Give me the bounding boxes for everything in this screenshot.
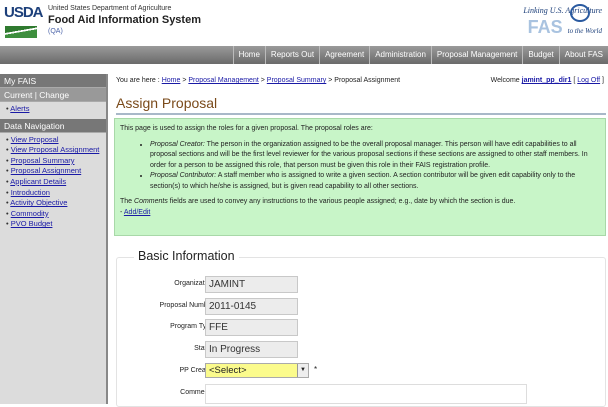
- current-change-link[interactable]: Current | Change: [0, 88, 106, 102]
- system-name: Food Aid Information System: [48, 14, 201, 26]
- nav-proposal-management[interactable]: Proposal Management: [430, 46, 523, 64]
- sidebar-header-data-navigation: Data Navigation: [0, 118, 106, 133]
- top-nav: Home Reports Out Agreement Administratio…: [0, 46, 608, 64]
- sidebar-item-activity-objective[interactable]: Activity Objective: [10, 198, 67, 207]
- chevron-down-icon[interactable]: ▼: [297, 364, 308, 377]
- nav-about-fas[interactable]: About FAS: [558, 46, 608, 64]
- nav-administration[interactable]: Administration: [369, 46, 431, 64]
- sidebar-item-introduction[interactable]: Introduction: [11, 188, 50, 197]
- program-type-field: FFE: [205, 319, 298, 336]
- department-name: United States Department of Agriculture: [48, 5, 172, 12]
- pp-creator-select[interactable]: <Select> ▼: [205, 363, 309, 378]
- organization-field: JAMINT: [205, 276, 298, 293]
- sidebar-item-view-proposal-assignment[interactable]: View Proposal Assignment: [11, 145, 100, 154]
- site-header: USDA United States Department of Agricul…: [0, 0, 608, 46]
- required-marker: *: [314, 365, 318, 374]
- comments-description: The Comments fields are used to convey a…: [120, 198, 516, 205]
- status-row: Status In Progress: [116, 341, 596, 358]
- sidebar-item-alerts[interactable]: Alerts: [10, 104, 29, 113]
- organization-row: Organization JAMINT: [116, 276, 596, 293]
- sidebar-item-commodity[interactable]: Commodity: [11, 209, 49, 218]
- user-link[interactable]: jamint_pp_dir1: [522, 77, 572, 84]
- nav-home[interactable]: Home: [232, 46, 265, 64]
- proposal-number-field: 2011-0145: [205, 298, 298, 315]
- contributor-description: Proposal Contributor: A staff member who…: [150, 171, 600, 192]
- globe-icon: [570, 4, 590, 22]
- basic-information-legend: Basic Information: [134, 249, 239, 263]
- nav-budget[interactable]: Budget: [522, 46, 558, 64]
- comments-row: Comments: [116, 384, 596, 404]
- log-off-link[interactable]: Log Off: [577, 77, 600, 84]
- comments-textarea[interactable]: [205, 384, 527, 404]
- sidebar-item-proposal-summary[interactable]: Proposal Summary: [11, 156, 75, 165]
- status-field: In Progress: [205, 341, 298, 358]
- breadcrumb-home[interactable]: Home: [162, 77, 181, 84]
- proposal-number-row: Proposal Number 2011-0145: [116, 298, 596, 315]
- sidebar-header-my-fais: My FAIS: [0, 74, 106, 88]
- info-box: This page is used to assign the roles fo…: [114, 118, 606, 236]
- nav-reports-out[interactable]: Reports Out: [264, 46, 319, 64]
- sidebar-item-applicant-details[interactable]: Applicant Details: [10, 177, 66, 186]
- sidebar: My FAIS Current | Change Alerts Data Nav…: [0, 74, 108, 404]
- creator-description: Proposal Creator: The person in the orga…: [150, 140, 600, 172]
- breadcrumb: You are here : Home > Proposal Managemen…: [116, 77, 401, 84]
- welcome-area: Welcome jamint_pp_dir1 [ Log Off ]: [490, 77, 604, 84]
- program-type-row: Program Type FFE: [116, 319, 596, 336]
- breadcrumb-proposal-summary[interactable]: Proposal Summary: [267, 77, 327, 84]
- environment-label: (QA): [48, 28, 63, 35]
- sidebar-item-view-proposal[interactable]: View Proposal: [11, 135, 59, 144]
- usda-logo[interactable]: USDA: [4, 4, 44, 40]
- fas-logo: Linking U.S. Agriculture FAS to the World: [523, 6, 602, 37]
- nav-agreement[interactable]: Agreement: [319, 46, 369, 64]
- page-title: Assign Proposal: [116, 95, 606, 115]
- breadcrumb-proposal-management[interactable]: Proposal Management: [188, 77, 258, 84]
- add-edit-link[interactable]: Add/Edit: [124, 209, 150, 216]
- pp-creator-row: PP Creator <Select> ▼ *: [179, 363, 318, 378]
- sidebar-item-proposal-assignment[interactable]: Proposal Assignment: [11, 166, 81, 175]
- breadcrumb-current: Proposal Assignment: [334, 77, 401, 84]
- sidebar-item-pvo-budget[interactable]: PVO Budget: [11, 219, 53, 228]
